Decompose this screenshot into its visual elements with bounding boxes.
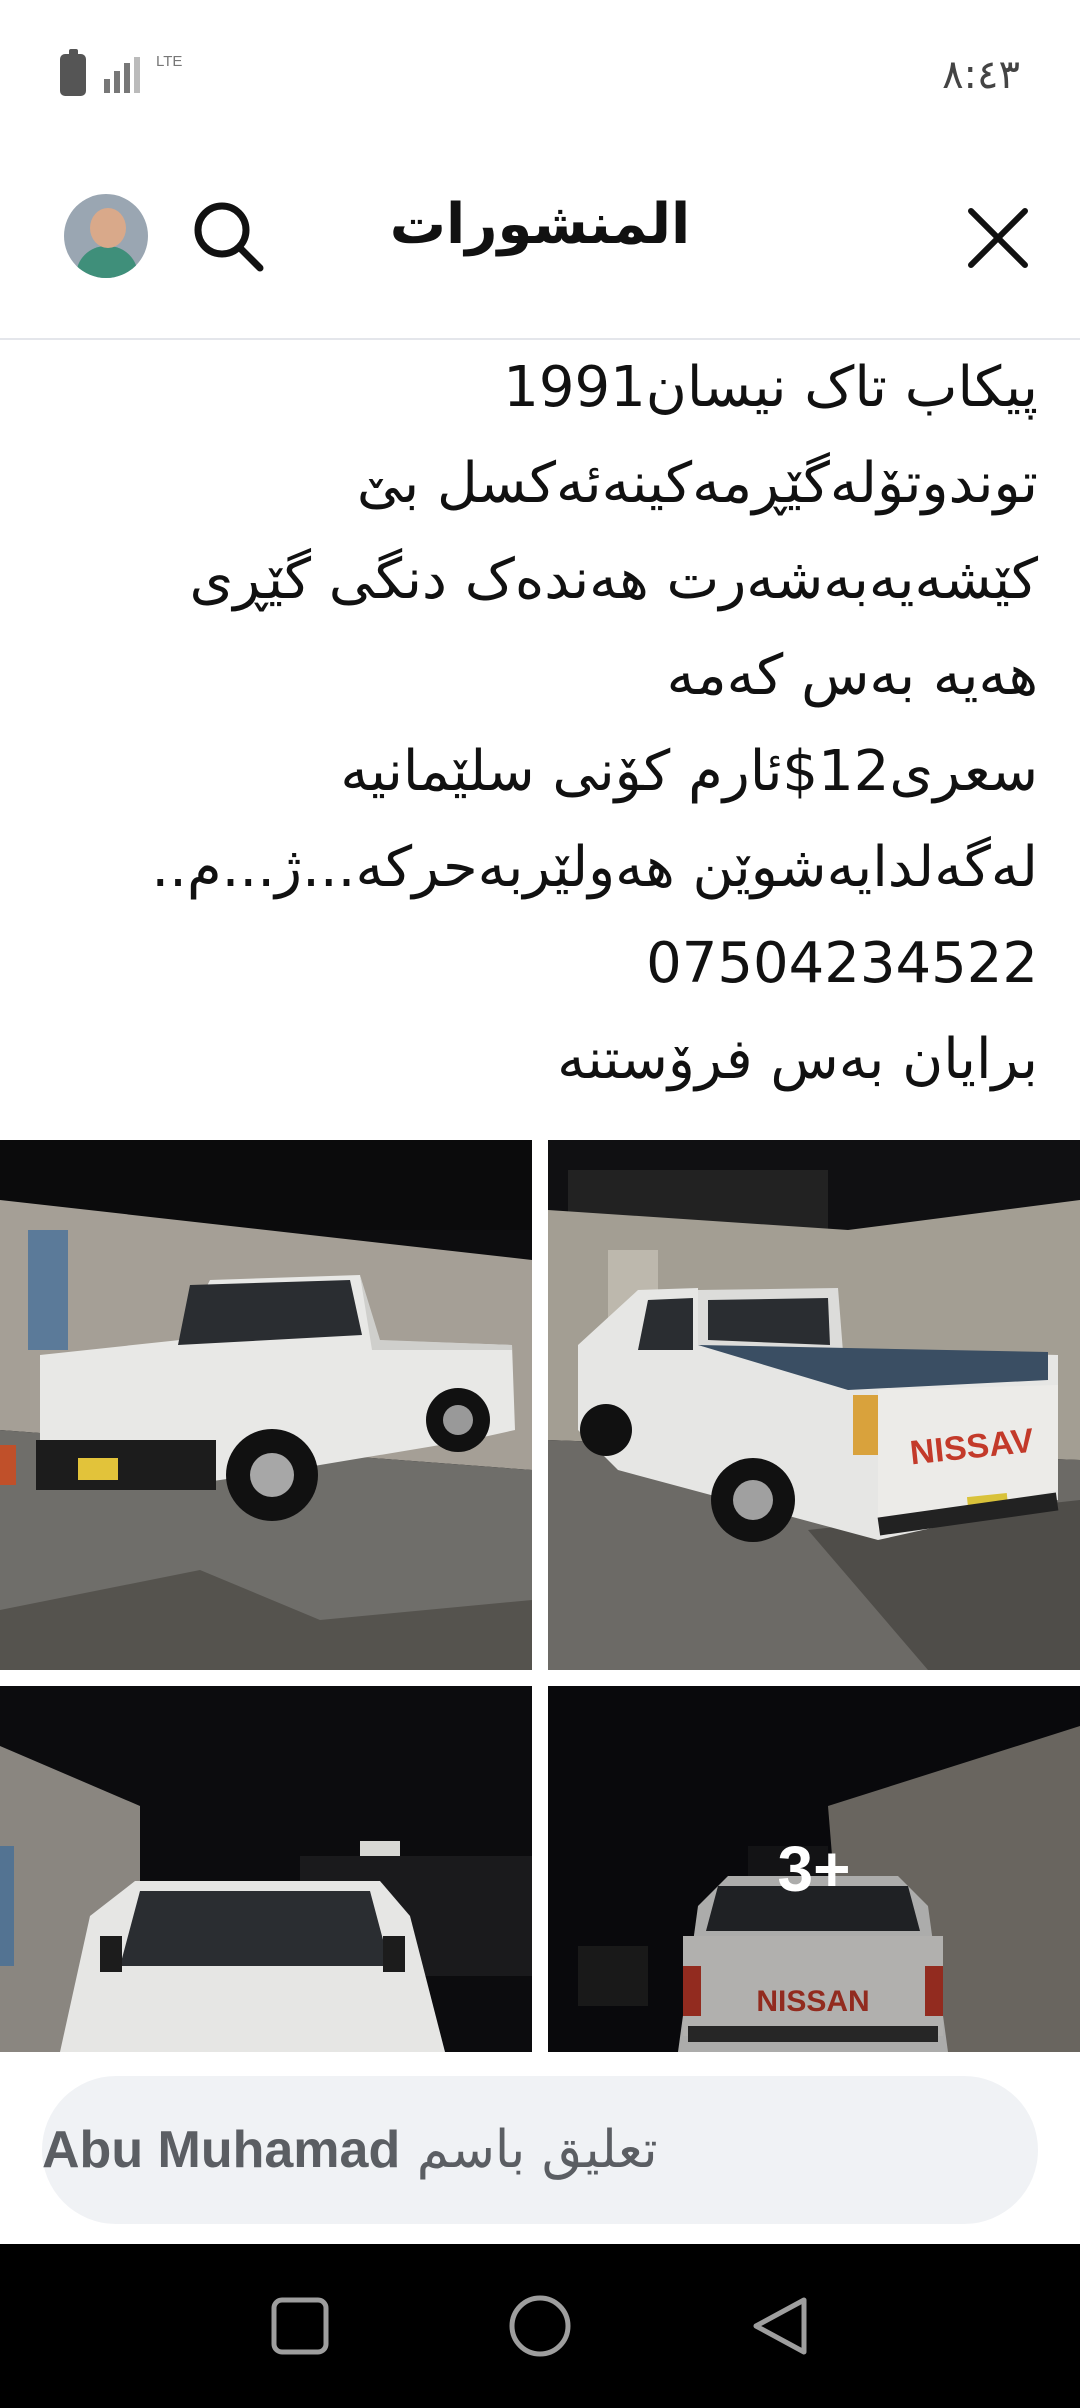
photo-3[interactable] [0, 1686, 532, 2052]
phone-number[interactable]: 07504234522 [38, 916, 1038, 1012]
network-type: LTE [156, 53, 183, 70]
close-icon [968, 208, 1028, 268]
comment-area: تعليق باسم Abu Muhamad [0, 2052, 1080, 2244]
comment-placeholder: تعليق باسم Abu Muhamad [42, 2120, 658, 2180]
status-bar: LTE ٨:٤٣ [0, 0, 1080, 150]
photo-4[interactable]: NISSAN 3+ [548, 1686, 1080, 2052]
triangle-back-icon [753, 2297, 807, 2355]
avatar[interactable] [64, 194, 148, 278]
post-line: برایان بەس فرۆستنە [557, 1027, 1038, 1092]
post-line: کێشەیەبەشەرت هەندەک دنگی گێڕی [189, 547, 1038, 612]
battery-icon [60, 49, 86, 96]
post-line: لەگەلدایەشوێن هەولێربەحرکە...ژ...م.. [151, 835, 1038, 900]
search-icon [194, 202, 264, 272]
status-icons: LTE [60, 49, 183, 96]
post-line: سعری12$ئارم کۆنی سلێمانیە [340, 739, 1038, 804]
photo-grid: NISSAV NISSAN 3+ [0, 1140, 1080, 2052]
system-nav-bar [0, 2244, 1080, 2408]
search-button[interactable] [186, 194, 270, 278]
app-header: المنشورات [0, 150, 1080, 340]
more-photos-overlay[interactable]: 3+ [548, 1686, 1080, 2052]
close-button[interactable] [956, 196, 1040, 280]
recents-button[interactable] [255, 2281, 345, 2371]
page-title: المنشورات [389, 192, 691, 257]
square-icon [271, 2297, 329, 2355]
home-button[interactable] [495, 2281, 585, 2371]
back-button[interactable] [735, 2281, 825, 2371]
post-line: توندوتۆلەگێڕمەکینەئەکسل بێ [356, 451, 1038, 516]
photo-2[interactable]: NISSAV [548, 1140, 1080, 1670]
post-text: پیکاب تاک نیسان1991 توندوتۆلەگێڕمەکینەئە… [38, 340, 1038, 1108]
more-photos-count: 3+ [777, 1833, 851, 1905]
post-line: هەیە بەس کەمە [666, 643, 1038, 708]
circle-icon [509, 2295, 571, 2357]
clock: ٨:٤٣ [942, 52, 1020, 98]
signal-icon [104, 57, 140, 93]
post-line: پیکاب تاک نیسان1991 [503, 355, 1038, 420]
comment-input[interactable]: تعليق باسم Abu Muhamad [42, 2076, 1038, 2224]
photo-1[interactable] [0, 1140, 532, 1670]
